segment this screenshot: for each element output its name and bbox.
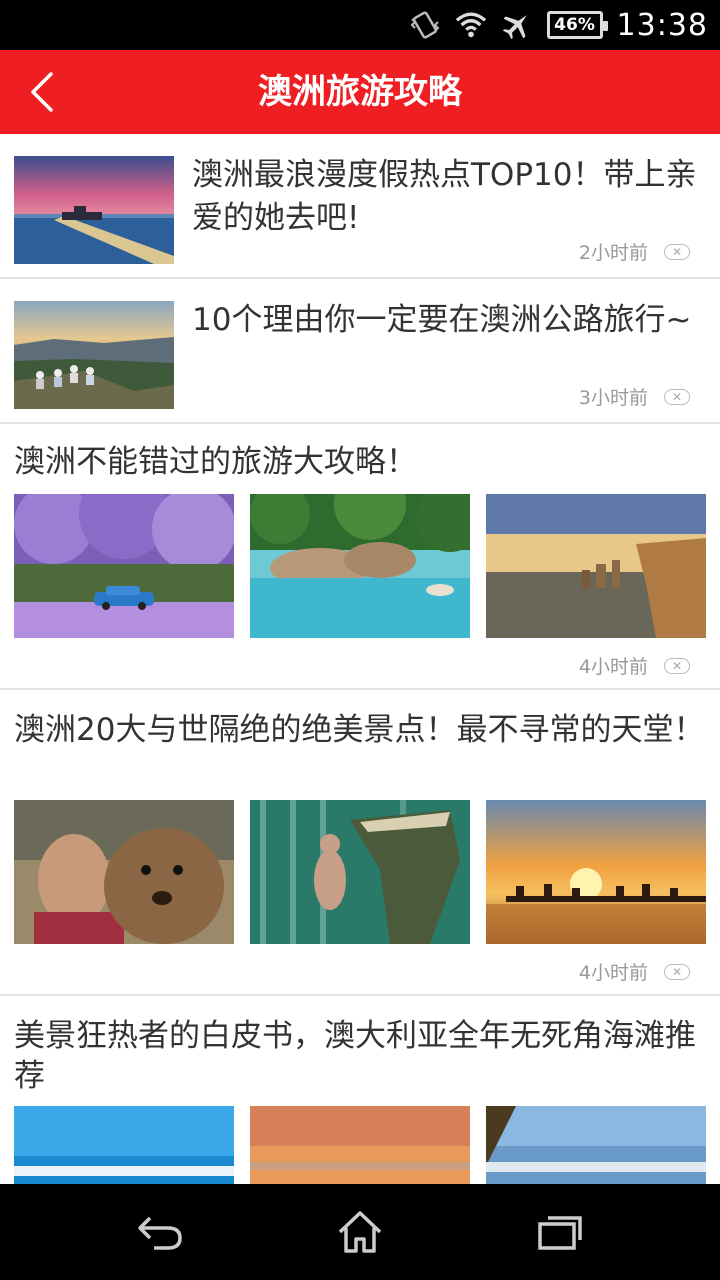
dismiss-icon[interactable]: ✕ [664,243,690,260]
status-bar: 46% 13:38 [0,0,720,50]
dismiss-icon[interactable]: ✕ [664,963,690,980]
article-image-row [14,1106,706,1184]
article-item[interactable]: 美景狂热者的白皮书，澳大利亚全年无死角海滩推荐 [0,996,720,1184]
article-image [486,800,706,944]
article-list[interactable]: 澳洲最浪漫度假热点TOP10！带上亲爱的她去吧! 2小时前 ✕ 10个理由你一定… [0,134,720,1184]
article-image [14,1106,234,1184]
vibrate-icon [409,9,441,41]
recent-apps-nav-button[interactable] [530,1202,590,1262]
article-item[interactable]: 澳洲20大与世隔绝的绝美景点！最不寻常的天堂！ 4小时前 ✕ [0,690,720,996]
article-thumbnail [14,301,174,409]
app-header: 澳洲旅游攻略 [0,50,720,134]
article-item[interactable]: 10个理由你一定要在澳洲公路旅行~ 3小时前 ✕ [0,279,720,424]
article-time: 2小时前 [578,242,648,264]
article-image [250,494,470,638]
home-nav-button[interactable] [330,1202,390,1262]
article-image [486,494,706,638]
article-image [250,1106,470,1184]
article-title[interactable]: 美景狂热者的白皮书，澳大利亚全年无死角海滩推荐 [14,1016,706,1096]
dismiss-icon[interactable]: ✕ [664,657,690,674]
article-title[interactable]: 10个理由你一定要在澳洲公路旅行~ [192,299,706,342]
page-title: 澳洲旅游攻略 [258,72,462,112]
article-image [250,800,470,944]
article-time: 3小时前 [578,387,648,409]
article-image-row [14,494,706,638]
article-meta: 4小时前 ✕ [579,958,690,985]
article-time: 4小时前 [578,962,648,984]
article-image [14,494,234,638]
chevron-left-icon [31,72,53,112]
article-title[interactable]: 澳洲20大与世隔绝的绝美景点！最不寻常的天堂！ [14,710,706,750]
home-icon [338,1211,382,1253]
back-button[interactable] [14,64,70,120]
status-time: 13:38 [616,7,708,43]
wifi-icon [455,9,487,41]
battery-level: 46% [554,15,595,35]
dismiss-icon[interactable]: ✕ [664,388,690,405]
article-meta: 3小时前 ✕ [579,383,690,410]
status-icons: 46% 13:38 [409,0,708,50]
article-thumbnail [14,156,174,264]
recent-apps-icon [538,1216,582,1250]
article-image-row [14,800,706,944]
article-meta: 4小时前 ✕ [579,652,690,679]
battery-icon: 46% [546,11,608,39]
article-time: 4小时前 [578,656,648,678]
article-meta: 2小时前 ✕ [579,238,690,265]
article-image [14,800,234,944]
article-image [486,1106,706,1184]
back-icon [138,1216,182,1250]
back-nav-button[interactable] [130,1202,190,1262]
navigation-bar [0,1184,720,1280]
article-item[interactable]: 澳洲最浪漫度假热点TOP10！带上亲爱的她去吧! 2小时前 ✕ [0,134,720,279]
airplane-icon [501,9,533,41]
article-item[interactable]: 澳洲不能错过的旅游大攻略！ 4小时前 ✕ [0,424,720,690]
article-title[interactable]: 澳洲不能错过的旅游大攻略！ [14,442,706,482]
article-title[interactable]: 澳洲最浪漫度假热点TOP10！带上亲爱的她去吧! [192,154,706,240]
